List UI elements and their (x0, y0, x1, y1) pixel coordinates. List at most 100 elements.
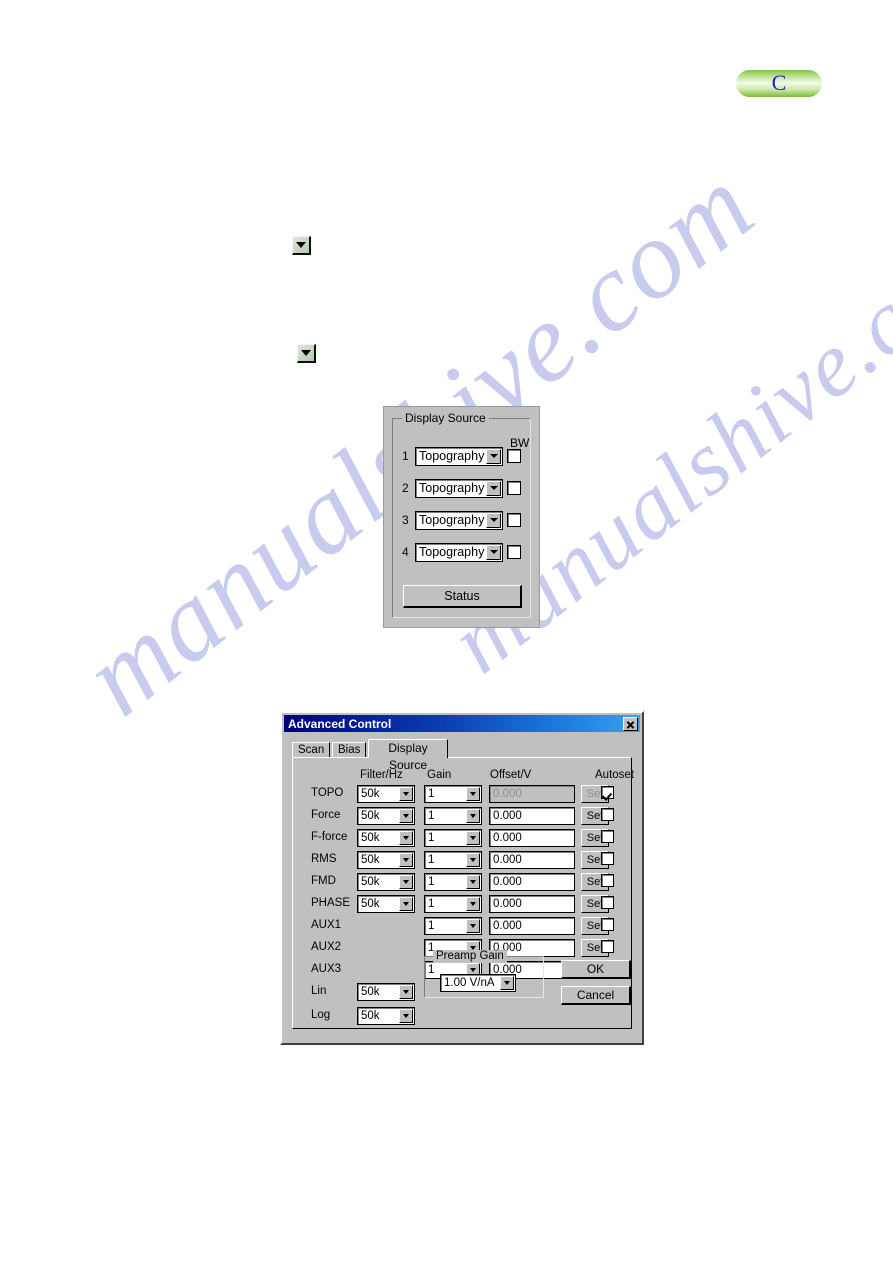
chevron-down-icon[interactable] (399, 985, 413, 999)
offset-field-force[interactable]: 0.000 (489, 807, 575, 825)
chevron-down-icon[interactable] (466, 831, 480, 845)
row-label-fmd: FMD (311, 875, 336, 887)
row-label-aux1: AUX1 (311, 919, 342, 931)
gain-value-fmd: 1 (428, 876, 435, 888)
chevron-down-icon[interactable] (297, 344, 316, 363)
filter-value-force: 50k (361, 810, 380, 822)
autoset-checkbox-aux2[interactable] (601, 940, 614, 953)
bw-checkbox-3[interactable] (507, 513, 521, 527)
chevron-down-icon[interactable] (486, 480, 501, 496)
bw-checkbox-4[interactable] (507, 545, 521, 559)
filter-select-rms[interactable]: 50k (357, 851, 415, 869)
chevron-down-icon[interactable] (399, 787, 413, 801)
gain-select-phase[interactable]: 1 (424, 895, 482, 913)
autoset-checkbox-fmd[interactable] (601, 874, 614, 887)
chevron-down-icon[interactable] (466, 875, 480, 889)
display-source-value-1: Topography (419, 449, 485, 463)
table-row: RMS 50k 1 0.000 Set (293, 849, 633, 871)
chevron-down-icon[interactable] (399, 897, 413, 911)
display-source-row: 2 Topography (402, 477, 528, 499)
filter-value-fmd: 50k (361, 876, 380, 888)
chevron-down-icon[interactable] (466, 919, 480, 933)
chevron-down-icon[interactable] (486, 448, 501, 464)
display-source-row-index: 3 (402, 513, 409, 527)
autoset-checkbox-f-force[interactable] (601, 830, 614, 843)
autoset-checkbox-aux1[interactable] (601, 918, 614, 931)
gain-select-fmd[interactable]: 1 (424, 873, 482, 891)
display-source-group-title: Display Source (402, 411, 489, 425)
tab-scan[interactable]: Scan (292, 742, 330, 758)
tab-display-source[interactable]: Display Source (368, 739, 448, 772)
preamp-gain-title: Preamp Gain (433, 950, 507, 963)
filter-value-rms: 50k (361, 854, 380, 866)
chevron-down-icon[interactable] (486, 512, 501, 528)
filter-select-fmd[interactable]: 50k (357, 873, 415, 891)
autoset-checkbox-topo[interactable] (601, 786, 614, 799)
chevron-down-icon[interactable] (399, 875, 413, 889)
display-source-select-3[interactable]: Topography (415, 510, 503, 530)
autoset-checkbox-phase[interactable] (601, 896, 614, 909)
dialog-titlebar[interactable]: Advanced Control (284, 715, 640, 732)
display-source-select-4[interactable]: Topography (415, 542, 503, 562)
chevron-down-icon[interactable] (500, 976, 514, 990)
chevron-down-icon[interactable] (486, 544, 501, 560)
display-source-panel: Display Source BW 1 Topography 2 Topogra… (383, 406, 540, 628)
table-row: F-force 50k 1 0.000 Set (293, 827, 633, 849)
display-source-row: 1 Topography (402, 445, 528, 467)
row-label-force: Force (311, 809, 341, 821)
gain-value-force: 1 (428, 810, 435, 822)
display-source-value-2: Topography (419, 481, 485, 495)
bw-checkbox-2[interactable] (507, 481, 521, 495)
autoset-checkbox-rms[interactable] (601, 852, 614, 865)
gain-select-rms[interactable]: 1 (424, 851, 482, 869)
offset-field-aux1[interactable]: 0.000 (489, 917, 575, 935)
filter-select-phase[interactable]: 50k (357, 895, 415, 913)
gain-select-f-force[interactable]: 1 (424, 829, 482, 847)
filter-value-phase: 50k (361, 898, 380, 910)
chevron-down-icon[interactable] (399, 853, 413, 867)
display-source-row: 3 Topography (402, 509, 528, 531)
tab-bias[interactable]: Bias (332, 742, 366, 758)
chevron-down-icon[interactable] (399, 809, 413, 823)
gain-value-topo: 1 (428, 788, 435, 800)
gain-value-rms: 1 (428, 854, 435, 866)
row-label-aux2: AUX2 (311, 941, 342, 953)
offset-field-fmd[interactable]: 0.000 (489, 873, 575, 891)
status-button[interactable]: Status (403, 585, 522, 608)
bw-checkbox-1[interactable] (507, 449, 521, 463)
filter-select-log[interactable]: 50k (357, 1007, 415, 1025)
offset-field-phase[interactable]: 0.000 (489, 895, 575, 913)
close-icon[interactable] (623, 716, 638, 731)
filter-value-lin: 50k (361, 986, 380, 998)
offset-field-topo: 0.000 (489, 785, 575, 803)
chevron-down-icon[interactable] (399, 1009, 413, 1023)
filter-select-lin[interactable]: 50k (357, 983, 415, 1001)
autoset-checkbox-force[interactable] (601, 808, 614, 821)
gain-select-topo[interactable]: 1 (424, 785, 482, 803)
chevron-down-icon[interactable] (292, 236, 311, 255)
filter-select-topo[interactable]: 50k (357, 785, 415, 803)
table-row: AUX1 1 0.000 Set (293, 915, 633, 937)
offset-field-rms[interactable]: 0.000 (489, 851, 575, 869)
chevron-down-icon[interactable] (466, 897, 480, 911)
display-source-select-2[interactable]: Topography (415, 478, 503, 498)
cancel-button[interactable]: Cancel (561, 986, 631, 1005)
chevron-down-icon[interactable] (466, 853, 480, 867)
filter-select-f-force[interactable]: 50k (357, 829, 415, 847)
gain-value-phase: 1 (428, 898, 435, 910)
gain-select-force[interactable]: 1 (424, 807, 482, 825)
gain-value-aux1: 1 (428, 920, 435, 932)
chevron-down-icon[interactable] (466, 809, 480, 823)
chevron-down-icon[interactable] (466, 787, 480, 801)
filter-select-force[interactable]: 50k (357, 807, 415, 825)
filter-value-log: 50k (361, 1010, 380, 1022)
ok-button[interactable]: OK (561, 960, 631, 979)
preamp-gain-select[interactable]: 1.00 V/nA (440, 974, 516, 992)
display-source-value-3: Topography (419, 513, 485, 527)
display-source-select-1[interactable]: Topography (415, 446, 503, 466)
offset-field-f-force[interactable]: 0.000 (489, 829, 575, 847)
gain-value-f-force: 1 (428, 832, 435, 844)
display-source-tab-panel: Filter/Hz Gain Offset/V Autoset TOPO 50k… (292, 757, 634, 1029)
gain-select-aux1[interactable]: 1 (424, 917, 482, 935)
chevron-down-icon[interactable] (399, 831, 413, 845)
